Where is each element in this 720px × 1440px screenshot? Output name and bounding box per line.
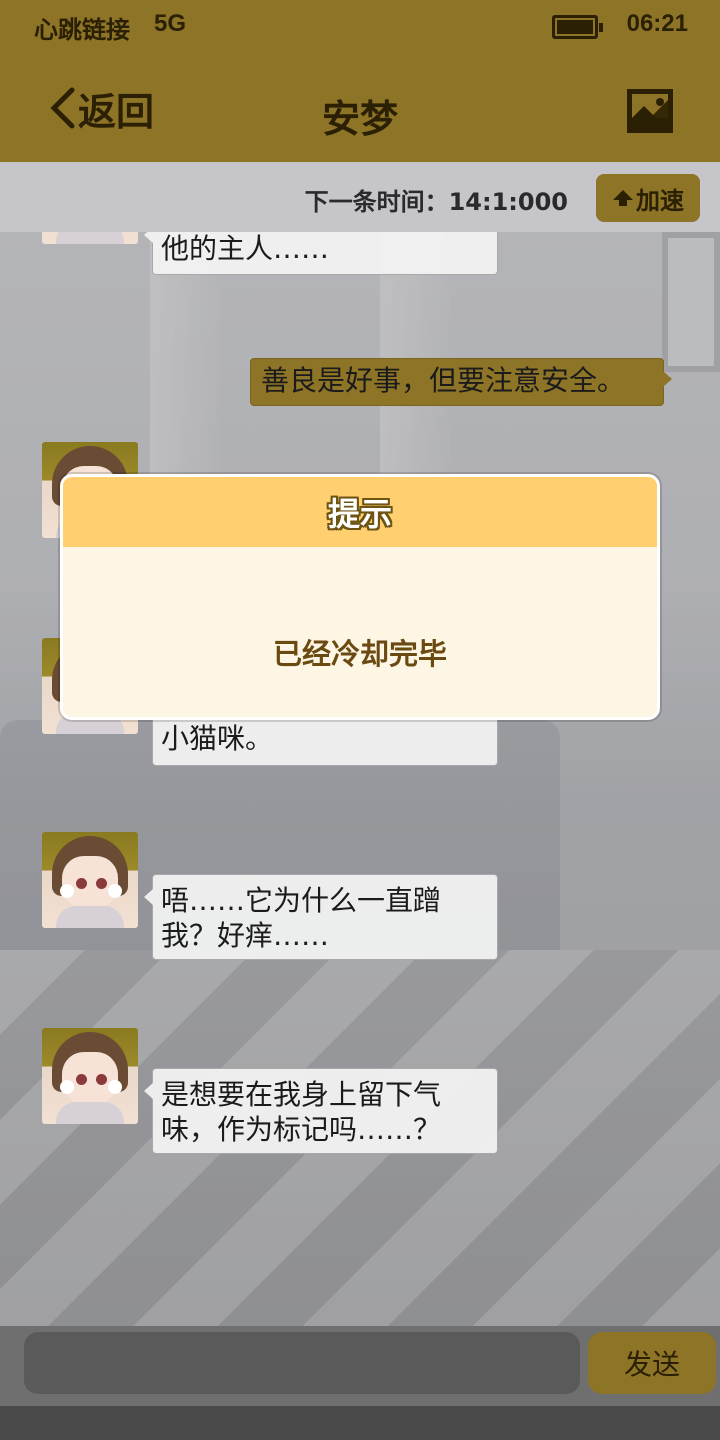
speed-up-button[interactable]: 加速 [596,174,700,222]
dialog-header: 提示 [63,477,657,547]
message-bubble-self: 善良是好事，但要注意安全。 [250,358,672,406]
status-bar: 心跳链接 5G 06:21 [0,0,720,52]
carrier-name: 心跳链接 [34,17,130,44]
timer-bar: 下一条时间：14:1:000 加速 [0,162,720,232]
message-bubble: 他的主人…… [144,232,498,275]
message-bubble: 是想要在我身上留下气 味，作为标记吗……？ [144,1068,498,1154]
avatar[interactable] [42,232,138,244]
message-line: 味，作为标记吗……？ [161,1113,442,1146]
next-message-time: 下一条时间：14:1:000 [304,188,568,216]
app-header: 返回 安梦 [0,52,720,162]
bottom-bar [0,1406,720,1440]
message-line: 善良是好事，但要注意安全。 [261,364,626,397]
message-line: 是想要在我身上留下气 [161,1078,442,1111]
message-input[interactable] [24,1332,580,1394]
message-bubble: 唔……它为什么一直蹭 我？好痒…… [144,874,498,960]
avatar[interactable] [42,1028,138,1124]
alert-dialog[interactable]: 提示 已经冷却完毕 [60,474,660,720]
speed-up-label: 加速 [636,186,684,215]
message-line: 小猫咪。 [161,722,274,755]
dialog-title: 提示 [327,495,392,533]
battery-full-icon [552,15,603,39]
status-time: 06:21 [626,10,688,37]
dialog-message: 已经冷却完毕 [272,637,447,671]
network-type: 5G [154,10,187,37]
avatar[interactable] [42,832,138,928]
message-line: 唔……它为什么一直蹭 [161,884,442,917]
input-bar: 发送 [0,1326,720,1406]
send-button[interactable]: 发送 [588,1332,716,1394]
image-icon[interactable] [626,88,674,134]
page-title: 安梦 [321,97,398,141]
message-line: 他的主人…… [161,232,330,265]
arrow-up-icon [613,190,633,206]
message-line: 我？好痒…… [161,919,330,952]
chat-list: 他的主人…… 善良是好事，但要注意安全。 小猫咪。 唔……它为什么一直蹭 我？好… [0,232,720,1326]
